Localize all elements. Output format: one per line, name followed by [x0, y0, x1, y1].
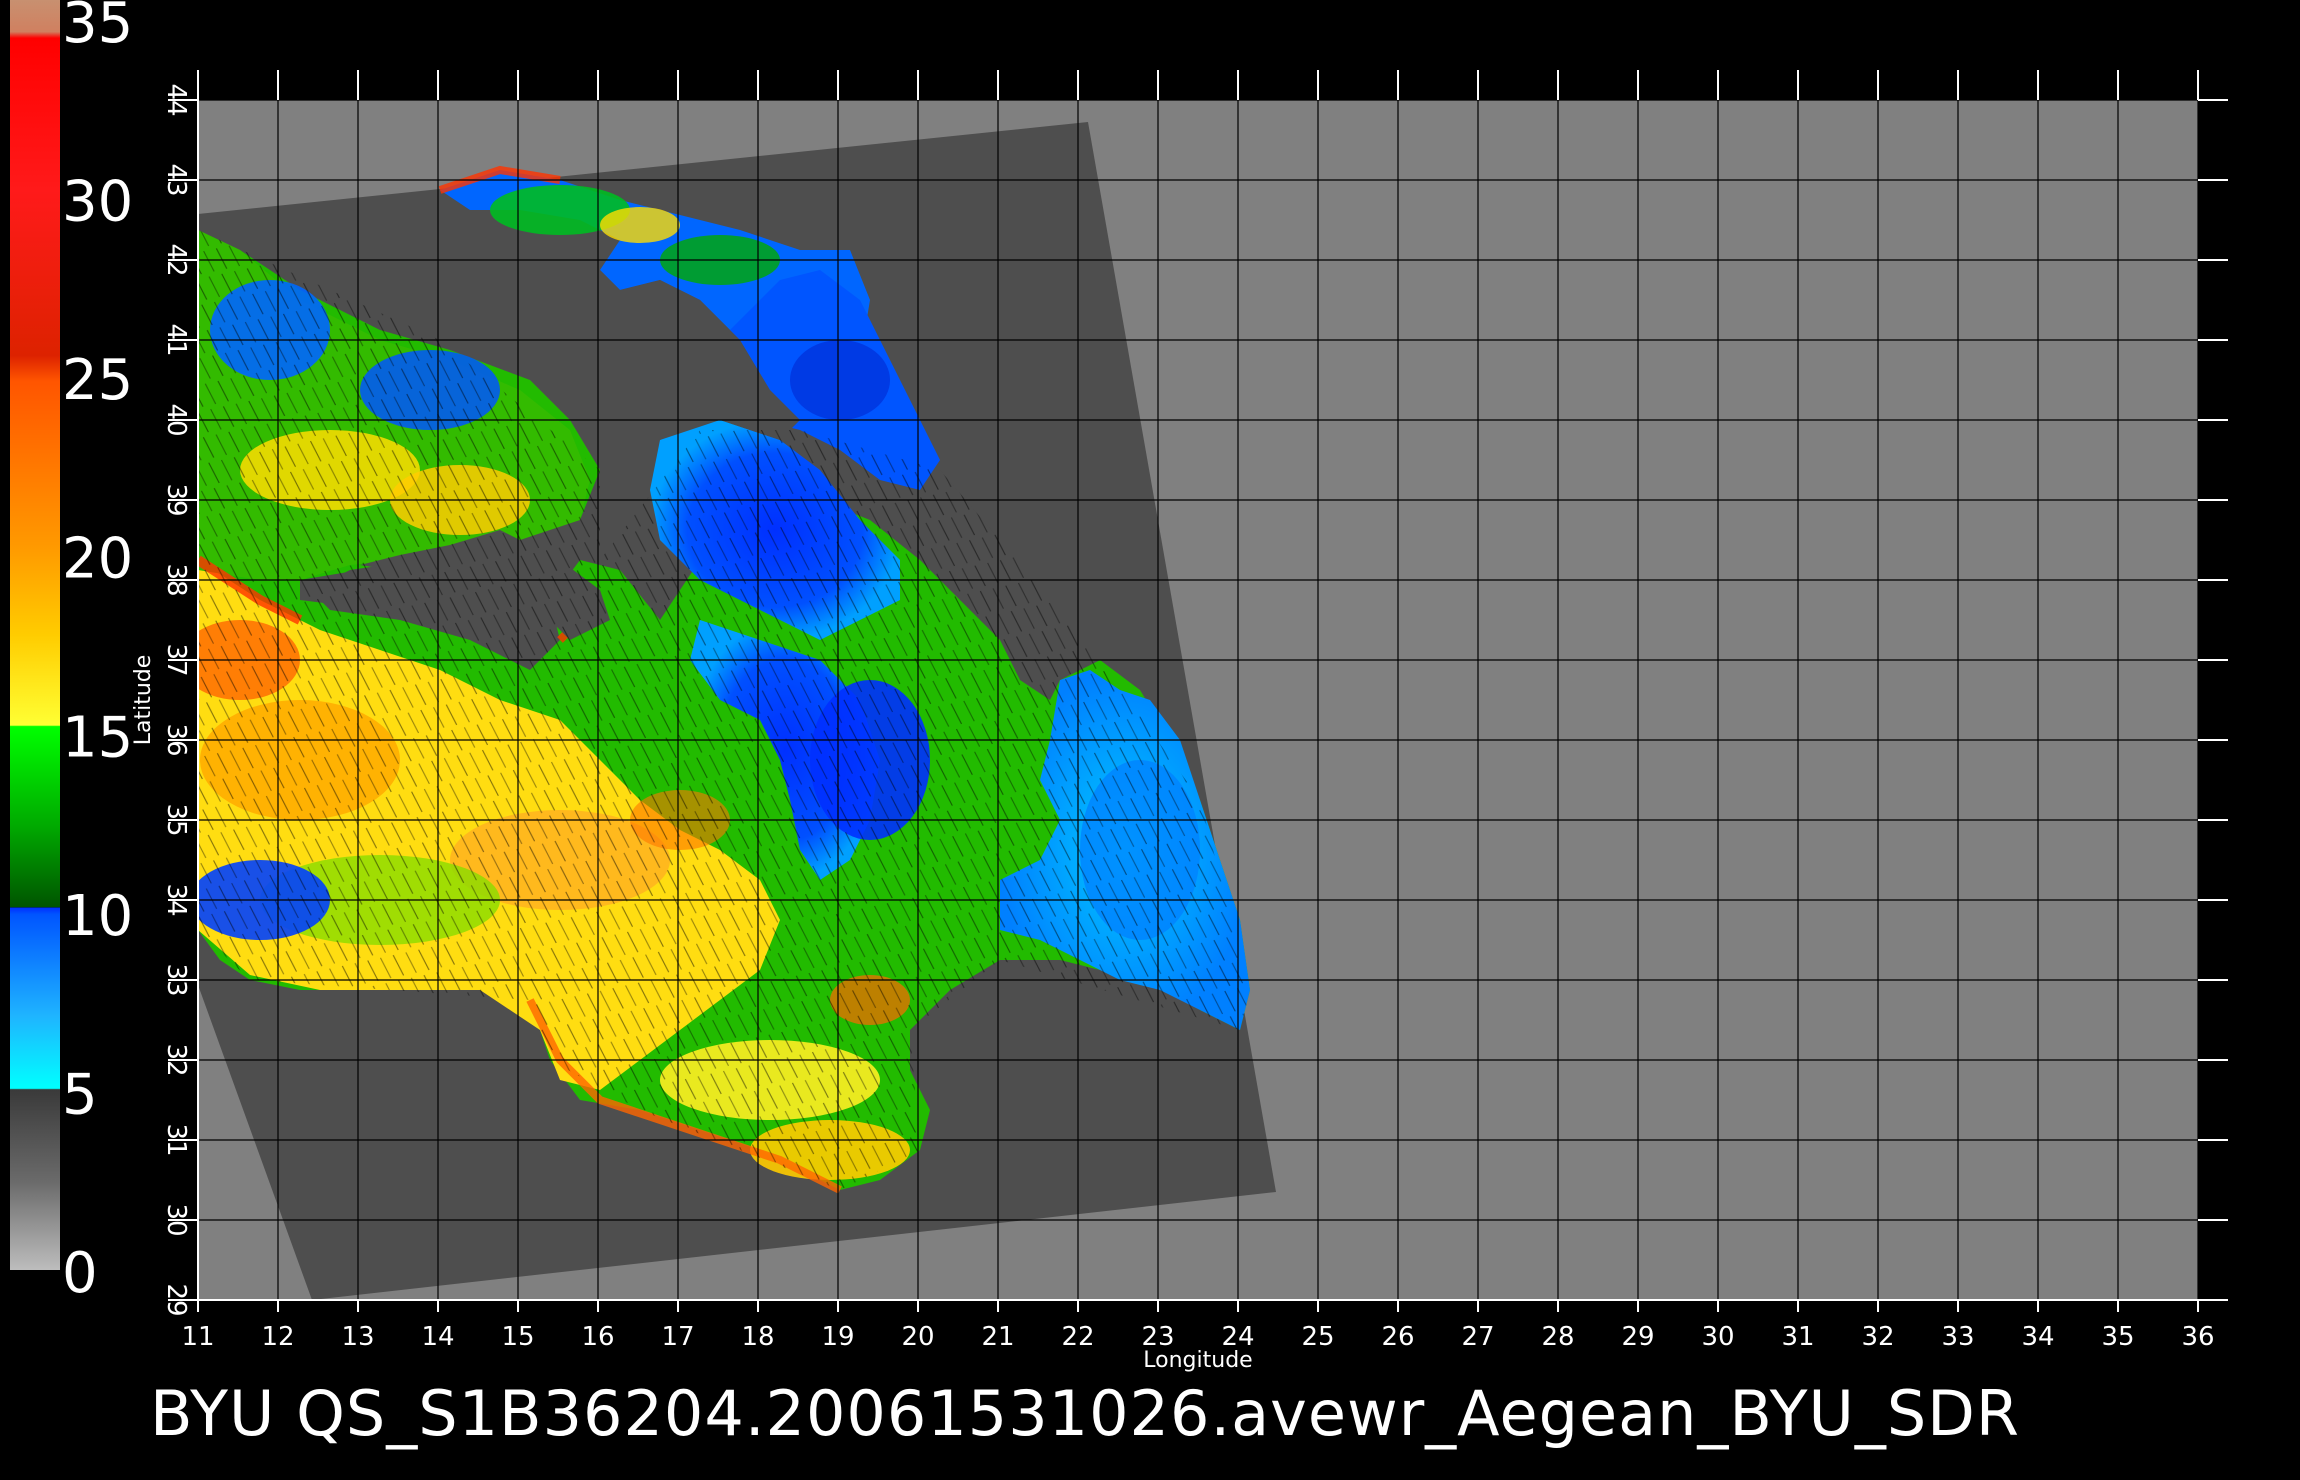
- colorbar-label: 20: [62, 527, 133, 592]
- y-axis-label: Latitude: [131, 655, 156, 746]
- lon-tick-label: 19: [821, 1322, 854, 1352]
- lat-tick-label: 40: [161, 403, 191, 436]
- lat-tick-label: 38: [161, 563, 191, 596]
- colorbar-label: 5: [62, 1062, 98, 1127]
- colorbar-labels: 35 30 25 20 15 10 5 0: [62, 0, 133, 1306]
- latitude-tick-labels: 29 30 31 32 33 34 35 36 37 38 39 40 41 42 43 44: [161, 83, 191, 1316]
- lat-tick-label: 35: [161, 803, 191, 836]
- scatterometer-wind-map: 35 30 25 20 15 10 5 0 11 12 13 14 15 16 17 18 1…: [10, 0, 2228, 1450]
- colorbar-label: 10: [62, 884, 133, 949]
- lat-tick-label: 30: [161, 1203, 191, 1236]
- colorbar-label: 30: [62, 170, 133, 235]
- lon-tick-label: 34: [2021, 1322, 2054, 1352]
- lon-tick-label: 31: [1781, 1322, 1814, 1352]
- lon-tick-label: 16: [581, 1322, 614, 1352]
- lon-tick-label: 22: [1061, 1322, 1094, 1352]
- map-plot-area: 11 12 13 14 15 16 17 18 19 20 21 22 23 24 25 26 27 28 29 30…: [131, 70, 2228, 1373]
- lat-tick-label: 43: [161, 163, 191, 196]
- colorbar-label: 35: [62, 0, 133, 56]
- lat-tick-label: 33: [161, 963, 191, 996]
- colorbar: 35 30 25 20 15 10 5 0: [10, 0, 133, 1306]
- colorbar-label: 15: [62, 705, 133, 770]
- x-axis-label: Longitude: [1143, 1348, 1252, 1373]
- lon-tick-label: 33: [1941, 1322, 1974, 1352]
- lon-tick-label: 11: [181, 1322, 214, 1352]
- lat-tick-label: 41: [161, 323, 191, 356]
- lon-tick-label: 32: [1861, 1322, 1894, 1352]
- lon-tick-label: 21: [981, 1322, 1014, 1352]
- lon-tick-label: 20: [901, 1322, 934, 1352]
- lon-tick-label: 15: [501, 1322, 534, 1352]
- lat-tick-label: 44: [161, 83, 191, 116]
- lon-tick-label: 36: [2181, 1322, 2214, 1352]
- lat-tick-label: 39: [161, 483, 191, 516]
- lon-tick-label: 17: [661, 1322, 694, 1352]
- lon-tick-label: 35: [2101, 1322, 2134, 1352]
- lon-tick-label: 29: [1621, 1322, 1654, 1352]
- lon-tick-label: 25: [1301, 1322, 1334, 1352]
- image-title: BYU QS_S1B36204.20061531026.avewr_Aegean…: [150, 1377, 2020, 1450]
- lat-tick-label: 32: [161, 1043, 191, 1076]
- lon-tick-label: 12: [261, 1322, 294, 1352]
- lat-tick-label: 29: [161, 1283, 191, 1316]
- colorbar-ramp: [10, 0, 60, 1270]
- colorbar-label: 0: [62, 1241, 98, 1306]
- lat-tick-label: 31: [161, 1123, 191, 1156]
- lat-tick-label: 42: [161, 243, 191, 276]
- lon-tick-label: 14: [421, 1322, 454, 1352]
- lon-tick-label: 28: [1541, 1322, 1574, 1352]
- lat-tick-label: 37: [161, 643, 191, 676]
- lat-tick-label: 34: [161, 883, 191, 916]
- lon-tick-label: 26: [1381, 1322, 1414, 1352]
- lon-tick-label: 18: [741, 1322, 774, 1352]
- lon-tick-label: 27: [1461, 1322, 1494, 1352]
- colorbar-label: 25: [62, 348, 133, 413]
- lon-tick-label: 30: [1701, 1322, 1734, 1352]
- lon-tick-label: 13: [341, 1322, 374, 1352]
- lat-tick-label: 36: [161, 723, 191, 756]
